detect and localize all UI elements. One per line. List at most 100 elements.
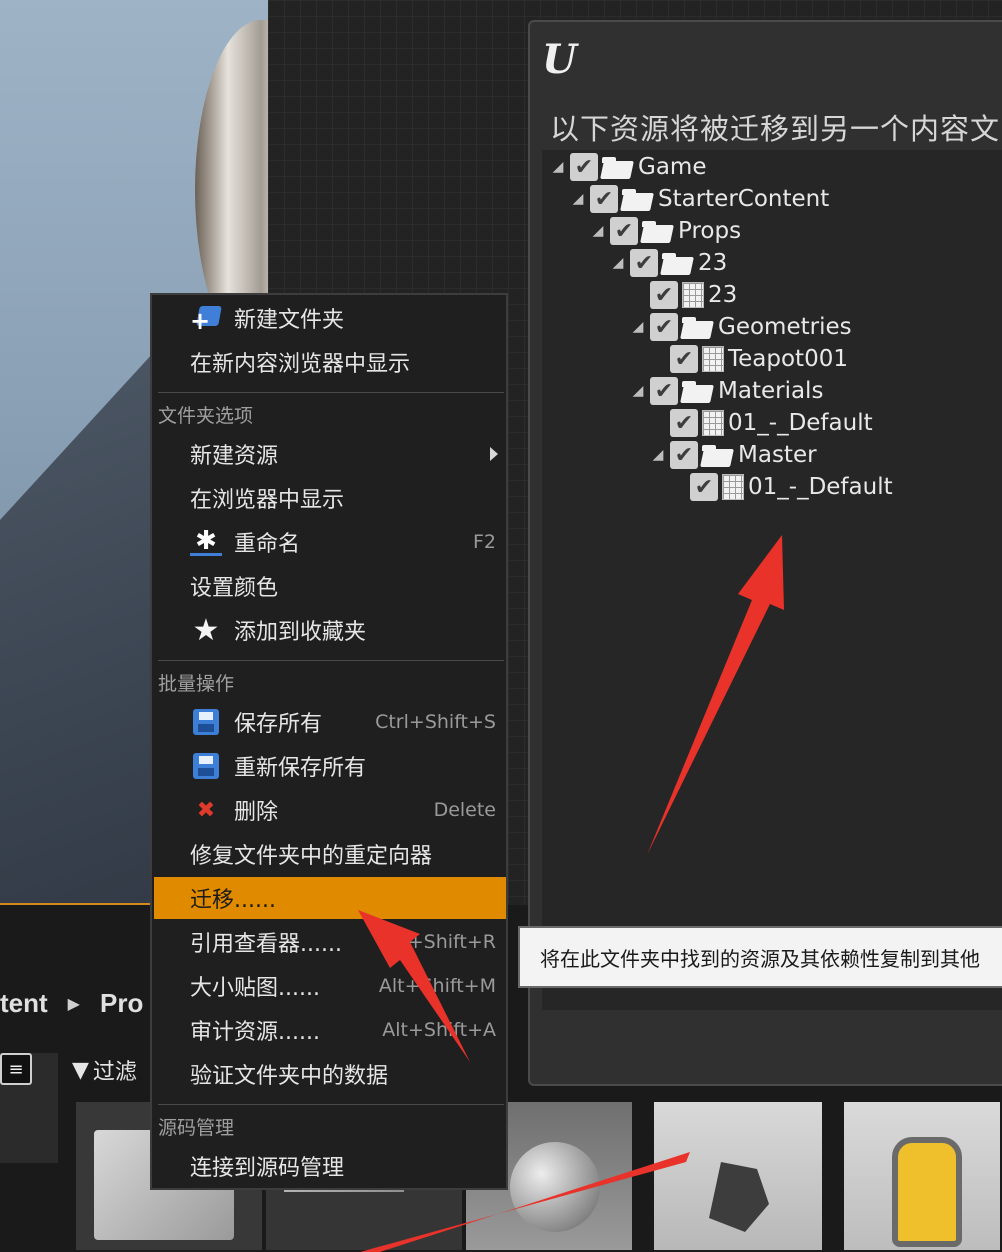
asset-thumbnail[interactable] [652, 1100, 824, 1252]
menu-item-new-asset[interactable]: 新建资源 [154, 433, 506, 475]
menu-item-label: 新建文件夹 [234, 308, 345, 333]
tree-checkbox[interactable]: ✔ [610, 217, 638, 245]
tree-row-label: 23 [708, 282, 738, 308]
expand-arrow-icon [630, 287, 646, 303]
menu-item-audit-assets[interactable]: 审计资源...... Alt+Shift+A [154, 1009, 506, 1051]
tree-row[interactable]: ◢ ✔ Geometries [630, 312, 852, 342]
tree-row-label: 01_-_Default [748, 474, 893, 500]
menu-item-set-color[interactable]: 设置颜色 [154, 565, 506, 607]
breadcrumb-segment[interactable]: Pro [100, 988, 143, 1019]
expand-arrow-icon[interactable]: ◢ [630, 319, 646, 335]
section-header-source-control: 源码管理 [158, 1117, 235, 1139]
tree-row[interactable]: ◢ ✔ Materials [630, 376, 823, 406]
tree-row-label: Master [738, 442, 817, 468]
expand-arrow-icon [650, 351, 666, 367]
tree-checkbox[interactable]: ✔ [650, 377, 678, 405]
folder-icon [682, 379, 714, 403]
save-icon [190, 750, 222, 782]
expand-arrow-icon [670, 479, 686, 495]
expand-arrow-icon[interactable]: ◢ [610, 255, 626, 271]
tree-row-label: Game [638, 154, 707, 180]
tree-checkbox[interactable]: ✔ [670, 441, 698, 469]
tree-checkbox[interactable]: ✔ [630, 249, 658, 277]
tree-checkbox[interactable]: ✔ [690, 473, 718, 501]
asset-icon [702, 346, 724, 372]
menu-item-shortcut: Ctrl+Shift+S [375, 711, 496, 733]
section-header-folder-options: 文件夹选项 [158, 405, 254, 427]
asset-tree: ◢ ✔ Game ◢ ✔ StarterContent ◢ ✔ Props ◢ ✔ 23 ✔ 23 ◢ ✔ Ge… [542, 150, 1002, 1010]
tree-row-label: StarterContent [658, 186, 830, 212]
menu-item-connect-source-control[interactable]: 连接到源码管理 [154, 1145, 506, 1187]
tree-row[interactable]: ✔ 23 [630, 280, 737, 310]
menu-item-reference-viewer[interactable]: 引用查看器...... Alt+Shift+R [154, 921, 506, 963]
tree-checkbox[interactable]: ✔ [570, 153, 598, 181]
menu-item-rename[interactable]: ✱ 重命名 F2 [154, 521, 506, 563]
tree-row[interactable]: ✔ 01_-_Default [650, 408, 873, 438]
menu-item-save-all[interactable]: 保存所有 Ctrl+Shift+S [154, 701, 506, 743]
breadcrumb-arrow-icon[interactable]: ▶ [68, 994, 80, 1013]
menu-item-label: 重新保存所有 [234, 756, 367, 781]
expand-arrow-icon[interactable]: ◢ [570, 191, 586, 207]
tooltip-text: 将在此文件夹中找到的资源及其依赖性复制到其他 [540, 946, 980, 971]
breadcrumb-segment[interactable]: tent [0, 988, 48, 1019]
tree-row-label: 23 [698, 250, 728, 276]
asset-thumbnail[interactable] [842, 1100, 1002, 1252]
breadcrumb: tent ▶ Pro [0, 983, 150, 1023]
tree-row[interactable]: ✔ 01_-_Default [670, 472, 893, 502]
menu-item-validate-data[interactable]: 验证文件夹中的数据 [154, 1053, 506, 1095]
menu-separator [158, 1104, 504, 1105]
menu-item-show-in-new-browser[interactable]: 在新内容浏览器中显示 [154, 341, 506, 383]
view-options-icon[interactable]: ≡ [0, 1053, 32, 1085]
tree-row[interactable]: ✔ Teapot001 [650, 344, 848, 374]
tree-checkbox[interactable]: ✔ [670, 409, 698, 437]
unreal-logo-icon: U [542, 36, 577, 83]
dialog-heading: 以下资源将被迁移到另一个内容文 [550, 112, 1001, 146]
menu-item-fix-redirectors[interactable]: 修复文件夹中的重定向器 [154, 833, 506, 875]
menu-item-label: 验证文件夹中的数据 [190, 1064, 389, 1089]
menu-item-shortcut: Delete [433, 799, 496, 821]
expand-arrow-icon[interactable]: ◢ [550, 159, 566, 175]
tree-row-label: Teapot001 [728, 346, 848, 372]
filter-button[interactable]: ▼ 过滤 [72, 1050, 137, 1090]
asset-icon [682, 282, 704, 308]
tree-row[interactable]: ◢ ✔ StarterContent [570, 184, 829, 214]
menu-item-label: 在浏览器中显示 [190, 488, 345, 513]
menu-item-label: 保存所有 [234, 712, 323, 737]
tree-row[interactable]: ◢ ✔ Props [590, 216, 741, 246]
tree-row-label: Geometries [718, 314, 852, 340]
folder-icon [642, 219, 674, 243]
folder-icon [602, 155, 634, 179]
new-folder-icon: + [190, 302, 222, 334]
menu-item-shortcut: F2 [472, 531, 496, 553]
expand-arrow-icon[interactable]: ◢ [590, 223, 606, 239]
menu-item-size-map[interactable]: 大小贴图...... Alt+Shift+M [154, 965, 506, 1007]
tree-row[interactable]: ◢ ✔ Master [650, 440, 817, 470]
tree-row[interactable]: ◢ ✔ Game [550, 152, 706, 182]
menu-item-label: 引用查看器...... [190, 932, 342, 957]
filter-label: 过滤 [92, 1060, 137, 1085]
menu-item-resave-all[interactable]: 重新保存所有 [154, 745, 506, 787]
menu-item-delete[interactable]: ✖ 删除 Delete [154, 789, 506, 831]
menu-item-migrate[interactable]: 迁移...... [154, 877, 506, 919]
folder-icon [662, 251, 694, 275]
section-header-bulk-operations: 批量操作 [158, 673, 235, 695]
context-menu: + 新建文件夹 在新内容浏览器中显示 文件夹选项 新建资源 在浏览器中显示 ✱ … [150, 293, 508, 1190]
expand-arrow-icon[interactable]: ◢ [630, 383, 646, 399]
filter-icon: ▼ [72, 1057, 89, 1083]
menu-item-new-folder[interactable]: + 新建文件夹 [154, 297, 506, 339]
menu-item-label: 审计资源...... [190, 1020, 320, 1045]
tree-checkbox[interactable]: ✔ [670, 345, 698, 373]
folder-icon [622, 187, 654, 211]
tree-checkbox[interactable]: ✔ [650, 281, 678, 309]
menu-item-show-in-browser[interactable]: 在浏览器中显示 [154, 477, 506, 519]
expand-arrow-icon[interactable]: ◢ [650, 447, 666, 463]
menu-item-add-to-favorites[interactable]: ★ 添加到收藏夹 [154, 609, 506, 651]
delete-icon: ✖ [196, 797, 216, 823]
folder-icon [682, 315, 714, 339]
tree-row[interactable]: ◢ ✔ 23 [610, 248, 727, 278]
tree-checkbox[interactable]: ✔ [650, 313, 678, 341]
folder-icon [702, 443, 734, 467]
tree-checkbox[interactable]: ✔ [590, 185, 618, 213]
menu-item-label: 新建资源 [190, 444, 279, 469]
tree-row-label: 01_-_Default [728, 410, 873, 436]
